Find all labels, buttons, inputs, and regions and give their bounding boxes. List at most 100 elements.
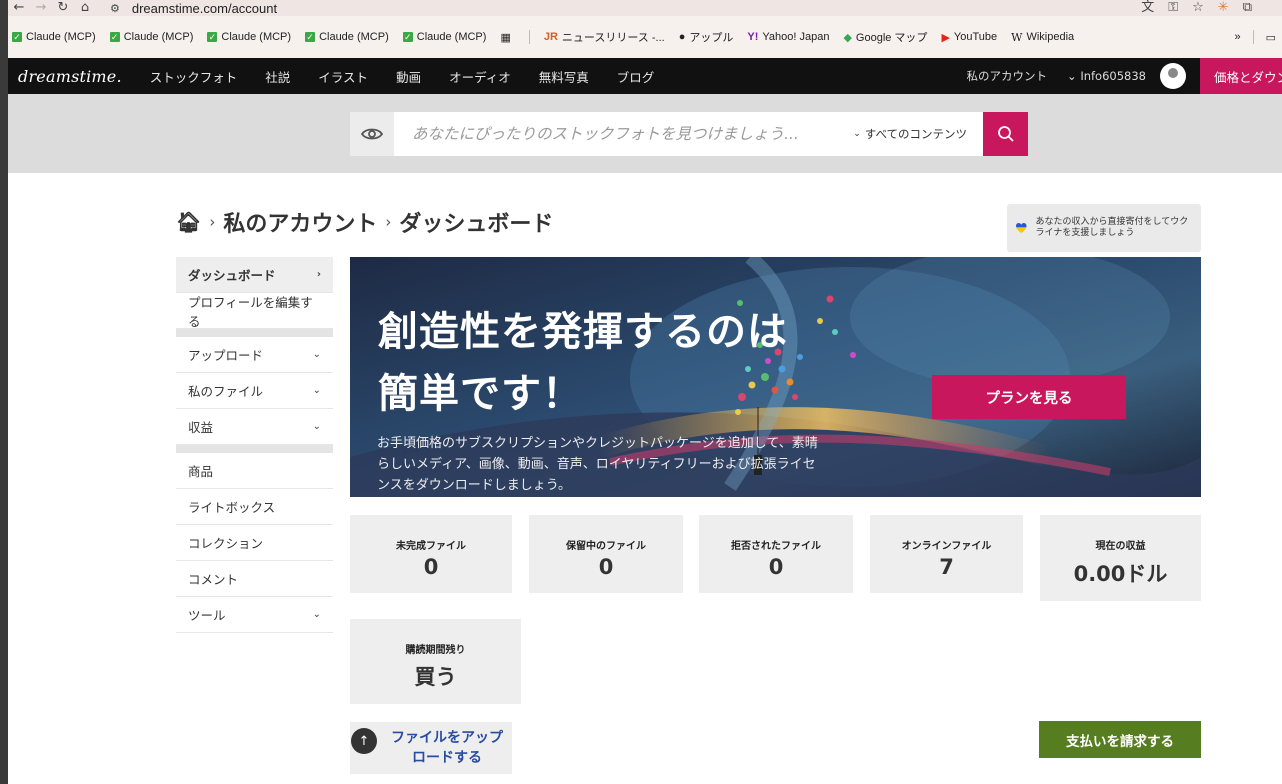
search-icon <box>997 126 1014 142</box>
bookmark-item[interactable]: ● アップル <box>679 29 734 45</box>
home-icon[interactable]: 🏠︎ <box>176 210 201 234</box>
check-icon: ✓ <box>402 32 413 42</box>
stat-incomplete-files[interactable]: 未完成ファイル 0 <box>350 515 512 593</box>
main-nav: ストックフォト 社説 イラスト 動画 オーディオ 無料写真 ブログ <box>150 67 654 86</box>
stat-label: 購読期間残り <box>405 645 466 656</box>
chevron-down-icon: ⌄ <box>1067 69 1077 83</box>
sidebar-item-comments[interactable]: コメント <box>176 561 333 597</box>
stat-label: オンラインファイル <box>901 541 992 552</box>
upload-files-button[interactable]: ↑ ファイルをアップロードする <box>350 722 512 774</box>
stat-value: 0.00ドル <box>1073 562 1168 586</box>
breadcrumb-separator: › <box>209 213 216 231</box>
sidebar-item-edit-profile[interactable]: プロフィールを編集する <box>176 293 333 329</box>
address-field[interactable]: dreamstime.com/account <box>132 1 277 16</box>
bookmark-item[interactable]: ◆ Google マップ <box>843 29 927 45</box>
sidebar-item-lightbox[interactable]: ライトボックス <box>176 489 333 525</box>
site-header: dreamstime. ストックフォト 社説 イラスト 動画 オーディオ 無料写… <box>8 58 1282 94</box>
stat-rejected-files[interactable]: 拒否されたファイル 0 <box>699 515 853 593</box>
stat-current-earnings[interactable]: 現在の収益 0.00ドル <box>1040 515 1201 601</box>
sidebar-divider <box>176 329 333 337</box>
nav-link-illustrations[interactable]: イラスト <box>318 67 368 86</box>
bookmark-item[interactable]: ✓ Claude (MCP) <box>402 31 486 43</box>
chevron-down-icon: ⌄ <box>853 129 861 139</box>
stat-label: 現在の収益 <box>1095 541 1146 552</box>
wikipedia-icon: W <box>1011 30 1023 44</box>
nav-link-blog[interactable]: ブログ <box>617 67 655 86</box>
breadcrumb-my-account[interactable]: 私のアカウント <box>223 206 377 238</box>
bookmark-divider <box>1252 30 1254 44</box>
stat-value: 0 <box>423 555 439 579</box>
password-key-icon[interactable]: ⚿ <box>1168 0 1178 16</box>
search-button[interactable] <box>983 112 1028 156</box>
folder-icon[interactable]: ▭ <box>1266 31 1276 44</box>
yahoo-icon: Y! <box>747 31 759 43</box>
bookmark-item[interactable]: W Wikipedia <box>1011 31 1074 44</box>
visual-search-button[interactable] <box>350 112 394 156</box>
home-icon[interactable]: ⌂ <box>74 0 96 16</box>
my-account-link[interactable]: 私のアカウント <box>967 68 1048 84</box>
check-icon: ✓ <box>109 32 120 42</box>
sidebar-item-collections[interactable]: コレクション <box>176 525 333 561</box>
bookmark-item[interactable]: ✓ Claude (MCP) <box>207 31 291 43</box>
promo-banner: 創造性を発揮するのは 簡単です！ お手頃価格のサブスクリプションやクレジットパッ… <box>350 257 1201 497</box>
user-icon <box>1168 68 1178 78</box>
sidebar-item-my-files[interactable]: 私のファイル ⌄ <box>176 373 333 409</box>
page-title: ダッシュボード <box>399 212 554 237</box>
sidebar-item-upload[interactable]: アップロード ⌄ <box>176 337 333 373</box>
chevron-down-icon: ⌄ <box>312 385 321 396</box>
stat-online-files[interactable]: オンラインファイル 7 <box>870 515 1023 593</box>
sidebar-item-tools[interactable]: ツール ⌄ <box>176 597 333 633</box>
breadcrumb: 🏠︎ › 私のアカウント › ダッシュボード <box>176 206 553 238</box>
nav-link-audio[interactable]: オーディオ <box>449 67 511 86</box>
dreamstime-logo[interactable]: dreamstime. <box>18 67 122 86</box>
avatar[interactable] <box>1160 63 1186 89</box>
bookmark-item[interactable]: JR ニュースリリース -... <box>544 29 665 45</box>
stat-label: 保留中のファイル <box>566 541 646 552</box>
translate-icon[interactable]: 文 <box>1141 0 1154 16</box>
stat-value: 7 <box>939 555 954 579</box>
stat-pending-files[interactable]: 保留中のファイル 0 <box>529 515 683 593</box>
bookmarks-overflow-button[interactable]: » <box>1234 31 1240 43</box>
bookmark-item[interactable]: ✓ Claude (MCP) <box>305 31 389 43</box>
account-sidebar: ダッシュボード › プロフィールを編集する アップロード ⌄ 私のファイル ⌄ 収益 ⌄… <box>176 257 333 633</box>
nav-link-editorial[interactable]: 社説 <box>265 67 290 86</box>
bookmark-item[interactable]: ✓ Claude (MCP) <box>12 31 96 43</box>
forward-icon[interactable]: → <box>30 0 52 16</box>
jr-icon: JR <box>543 31 558 43</box>
pricing-button[interactable]: 価格とダウン <box>1200 58 1282 94</box>
extensions-icon[interactable]: ⧉ <box>1243 0 1252 16</box>
user-menu[interactable]: ⌄ Info605838 <box>1067 69 1146 83</box>
sidebar-divider <box>176 445 333 453</box>
ukraine-support-banner[interactable]: あなたの収入から直接寄付をしてウクライナを支援しましょう <box>1007 204 1201 252</box>
search-section: ⌄ すべてのコンテンツ <box>8 94 1282 173</box>
banner-description: お手頃価格のサブスクリプションやクレジットパッケージを追加して、素晴らしいメディ… <box>377 436 818 493</box>
back-icon[interactable]: ← <box>8 0 30 16</box>
site-settings-icon[interactable]: ⚙ <box>110 2 120 15</box>
request-payout-button[interactable]: 支払いを請求する <box>1039 721 1201 758</box>
bookmark-item[interactable]: ✓ Claude (MCP) <box>109 31 193 43</box>
chevron-down-icon: ⌄ <box>312 349 321 360</box>
stat-subscription-remaining[interactable]: 購読期間残り 買う <box>350 619 521 704</box>
bookmark-item[interactable]: Y! Yahoo! Japan <box>747 31 829 43</box>
reload-icon[interactable]: ↻ <box>52 0 74 16</box>
nav-link-free-photos[interactable]: 無料写真 <box>539 67 589 86</box>
search-input[interactable] <box>394 112 854 156</box>
nav-link-stock-photos[interactable]: ストックフォト <box>150 67 238 86</box>
stat-value: 0 <box>768 555 784 579</box>
sidebar-item-products[interactable]: 商品 <box>176 453 333 489</box>
content-scope-dropdown[interactable]: ⌄ すべてのコンテンツ <box>853 112 983 156</box>
bookmark-item[interactable]: ▶ YouTube <box>941 31 997 44</box>
check-icon: ✓ <box>12 32 22 42</box>
claude-extension-icon[interactable]: ✳ <box>1218 0 1229 16</box>
chevron-right-icon: › <box>316 269 321 280</box>
banner-headline: 創造性を発揮するのは 簡単です！ <box>378 309 788 417</box>
sidebar-item-earnings[interactable]: 収益 ⌄ <box>176 409 333 445</box>
bookmark-star-icon[interactable]: ☆ <box>1192 0 1204 16</box>
ukraine-support-text: あなたの収入から直接寄付をしてウクライナを支援しましょう <box>1035 217 1189 238</box>
view-plans-button[interactable]: プランを見る <box>932 375 1126 419</box>
bookmarks-bar: ✓ Claude (MCP) ✓ Claude (MCP) ✓ Claude (MCP… <box>8 16 1282 58</box>
sidebar-item-dashboard[interactable]: ダッシュボード › <box>176 257 333 293</box>
check-icon: ✓ <box>305 32 316 42</box>
nav-link-video[interactable]: 動画 <box>396 67 421 86</box>
apps-grid-icon[interactable]: ▦ <box>500 31 514 44</box>
